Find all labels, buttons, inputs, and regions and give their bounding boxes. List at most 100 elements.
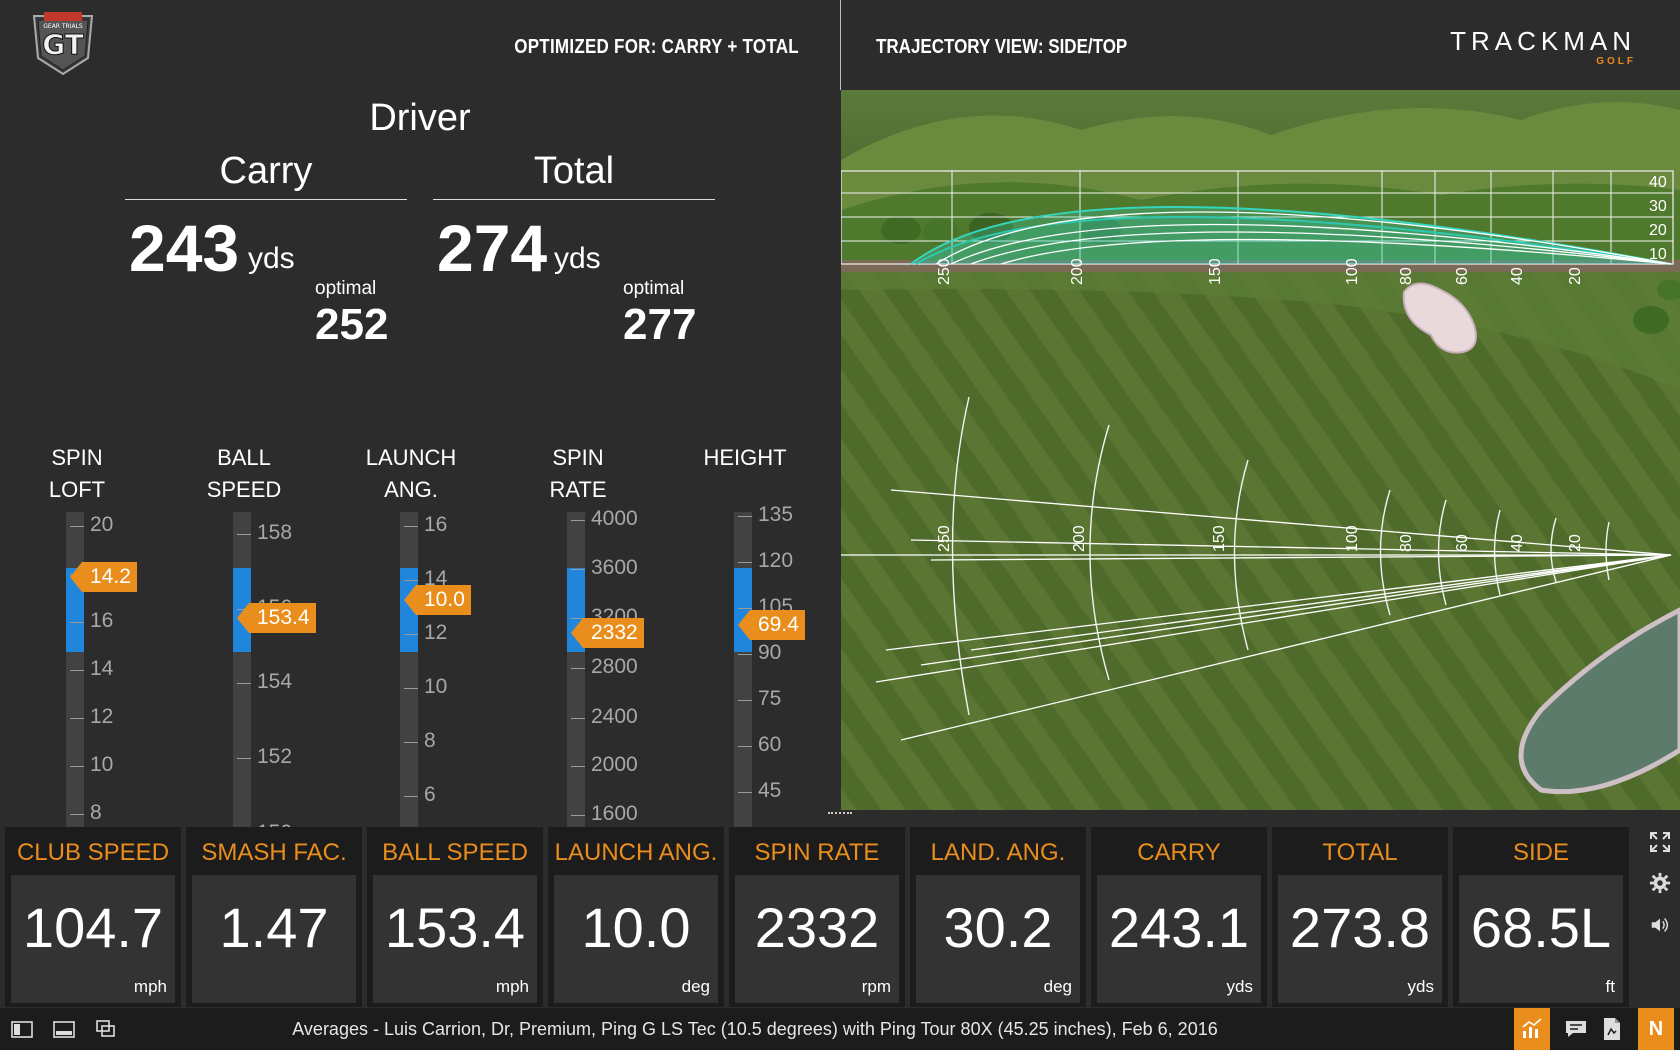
report-button[interactable] (1594, 1008, 1630, 1050)
height-label: 30 (1649, 198, 1667, 215)
gauge-tick-label: 152 (257, 745, 293, 768)
side-distance-label: 250 (936, 258, 953, 285)
gauge-tick-label: 14 (90, 657, 114, 680)
tile-value: 30.2 (943, 896, 1053, 959)
svg-text:GEAR TRIALS: GEAR TRIALS (43, 23, 83, 30)
tile-value-box: 68.5L ft (1459, 875, 1623, 1003)
tile-value-box: 2332 rpm (735, 875, 899, 1003)
gauge-title-2: ANG. (384, 477, 438, 502)
top-distance-label: 250 (936, 525, 953, 552)
gauge-tick (738, 746, 752, 747)
comment-button[interactable] (1558, 1008, 1594, 1050)
gauge-tick (571, 569, 585, 570)
tile-label: CLUB SPEED (16, 839, 170, 866)
side-distance-label: 100 (1344, 258, 1361, 285)
tile-unit: rpm (861, 977, 891, 996)
tile-value-box: 243.1 yds (1097, 875, 1261, 1003)
speaker-icon[interactable] (1649, 914, 1671, 936)
gauge-tick (738, 516, 752, 517)
tile-unit: ft (1605, 977, 1615, 996)
optimizer-panel: Driver Carry 243 yds optimal 252 Total 2… (0, 90, 840, 893)
tile-land-ang[interactable]: LAND. ANG. 30.2 deg (910, 827, 1086, 1007)
tile-value: 68.5L (1470, 896, 1612, 959)
tile-total[interactable]: TOTAL 273.8 yds (1272, 827, 1448, 1007)
gauge-tick-label: 75 (758, 687, 782, 710)
n-button[interactable]: N (1638, 1008, 1674, 1050)
tile-ball-speed[interactable]: BALL SPEED 153.4 mph (367, 827, 543, 1007)
gauge-tick-label: 2800 (591, 655, 638, 678)
gauge-tick (738, 700, 752, 701)
tile-label: SIDE (1512, 839, 1569, 866)
session-summary: Averages - Luis Carrion, Dr, Premium, Pi… (292, 1019, 1218, 1039)
gauge-tick (70, 526, 84, 527)
gauge-tick (571, 815, 585, 816)
status-bar: Averages - Luis Carrion, Dr, Premium, Pi… (0, 1008, 1680, 1050)
course-illustration (841, 90, 1680, 810)
gauge-track (567, 512, 585, 856)
svg-text:GT: GT (42, 28, 84, 61)
gauge-tick-label: 45 (758, 779, 782, 802)
tile-club-speed[interactable]: CLUB SPEED 104.7 mph (5, 827, 181, 1007)
gauge-tick-label: 6 (424, 783, 436, 806)
gauge-launch-ang: LAUNCHANG.1614121086410.0deg (336, 350, 486, 893)
gauge-tick-label: 158 (257, 521, 293, 544)
gauge-tick-label: 135 (758, 503, 794, 526)
trajectory-view-label[interactable]: TRAJECTORY VIEW: SIDE/TOP (876, 36, 1127, 59)
tile-value-box: 273.8 yds (1278, 875, 1442, 1003)
carry-unit: yds (248, 242, 295, 275)
gauge-tick (571, 668, 585, 669)
tile-value: 153.4 (384, 896, 526, 959)
fullscreen-icon[interactable] (1648, 830, 1672, 854)
side-distance-label: 60 (1454, 267, 1471, 285)
gauge-tick (571, 718, 585, 719)
panel-splitter[interactable] (828, 812, 852, 816)
side-distance-label: 200 (1069, 258, 1086, 285)
gauge-spin-rate: SPIN RATE 4000 3600 3200 2800 2400 2000 1600 2332… (503, 350, 653, 893)
chart-view-button[interactable] (1514, 1008, 1550, 1050)
side-distance-label: 80 (1398, 267, 1415, 285)
gauge-tick-label: 90 (758, 641, 782, 664)
comment-icon (1566, 1021, 1586, 1037)
total-heading: Total (433, 150, 715, 200)
gauge-tick (237, 758, 251, 759)
gauge-tick-label: 16 (90, 609, 114, 632)
tile-launch-ang[interactable]: LAUNCH ANG. 10.0 deg (548, 827, 724, 1007)
gauge-tick-label: 16 (424, 513, 448, 536)
tile-unit: mph (133, 977, 167, 996)
gauge-value-pointer: 69.4 (738, 610, 805, 640)
tile-label: TOTAL (1322, 839, 1398, 866)
tile-spin-rate[interactable]: SPIN RATE 2332 rpm (729, 827, 905, 1007)
gauge-title: HEIGHT (703, 445, 787, 470)
tile-smash-fac[interactable]: SMASH FAC. 1.47 (186, 827, 362, 1007)
gauge-tick-label: 8 (424, 729, 436, 752)
gauge-tick (738, 654, 752, 655)
carry-optimal-label: optimal (315, 278, 377, 299)
tile-label: SPIN RATE (754, 839, 880, 866)
tile-side[interactable]: SIDE 68.5L ft (1453, 827, 1629, 1007)
club-title: Driver (369, 97, 471, 139)
carry-kpi: Carry 243 yds optimal 252 (125, 150, 407, 349)
trajectory-scene[interactable]: 250 200 150 100 80 60 40 20 40 30 20 10 250 200 150 100… (841, 90, 1680, 810)
gear-icon[interactable] (1649, 872, 1671, 894)
tile-carry[interactable]: CARRY 243.1 yds (1091, 827, 1267, 1007)
tile-value-box: 153.4 mph (373, 875, 537, 1003)
side-distance-label: 40 (1509, 267, 1526, 285)
top-distance-label: 60 (1454, 534, 1471, 552)
tile-label: SMASH FAC. (201, 839, 347, 866)
optimized-for-label: OPTIMIZED FOR: CARRY + TOTAL (514, 36, 799, 58)
height-label: 20 (1649, 222, 1667, 239)
gauge-tick-label: 10 (424, 675, 448, 698)
carry-optimal-value: 252 (315, 300, 389, 349)
top-distance-label: 100 (1344, 525, 1361, 552)
height-label: 40 (1649, 174, 1667, 191)
gauge-spin-loft: SPINLOFT201816141210814.2deg (2, 350, 152, 893)
height-label: 10 (1649, 246, 1667, 263)
total-value: 274 (437, 211, 548, 285)
gauge-tick (70, 622, 84, 623)
total-optimal-value: 277 (623, 300, 697, 349)
gauge-value-pointer: 153.4 (237, 603, 316, 633)
trackman-logo: TRACKMAN (1450, 26, 1636, 56)
tile-value-box: 1.47 (192, 875, 356, 1003)
tile-label: BALL SPEED (382, 839, 528, 866)
gauge-tick-label: 4000 (591, 507, 638, 530)
